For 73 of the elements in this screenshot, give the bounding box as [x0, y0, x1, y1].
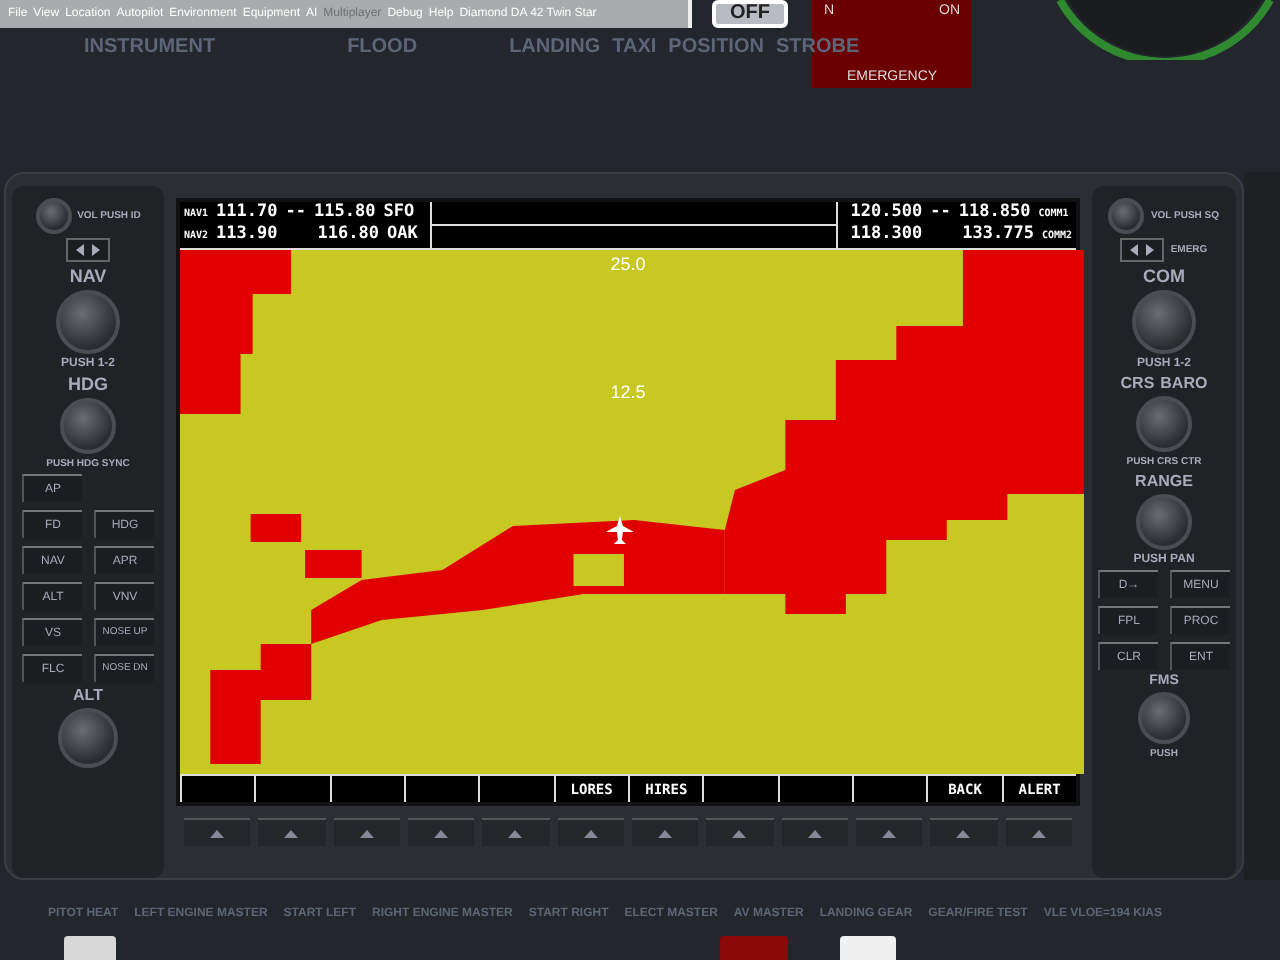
softkey[interactable] [777, 774, 852, 802]
softkey-button[interactable] [631, 818, 699, 846]
knob-label: BARO [1160, 374, 1208, 392]
softkey[interactable] [180, 774, 255, 802]
knob-label: HDG [68, 374, 108, 394]
nav-knob[interactable] [56, 290, 120, 354]
softkey-button[interactable] [407, 818, 475, 846]
knob-label: COM [1143, 266, 1185, 286]
up-triangle-icon [658, 829, 673, 837]
softkey[interactable] [254, 774, 330, 802]
up-triangle-icon [359, 829, 374, 837]
softkey-button[interactable] [781, 818, 848, 846]
softkey[interactable] [478, 774, 554, 802]
softkey[interactable] [702, 774, 778, 802]
up-triangle-icon [434, 829, 449, 837]
softkey[interactable] [403, 774, 479, 802]
com-active-frequency: 120.500 [850, 202, 923, 224]
softkey-button[interactable] [557, 818, 624, 846]
toggle-switch[interactable]: OFF [712, 0, 788, 28]
toggle-switch[interactable] [840, 936, 896, 960]
nav-active-frequency: 113.90 [216, 224, 278, 246]
fms-knob[interactable] [1138, 692, 1190, 744]
nav-standby-frequency: 116.80 [317, 224, 379, 246]
panel-label: LANDING [509, 36, 601, 58]
range-ring-label: 25.0 [610, 254, 646, 274]
com-knob[interactable] [1132, 290, 1196, 354]
softkey[interactable] [851, 774, 927, 802]
course-knob[interactable] [1136, 396, 1192, 452]
toggle-switch[interactable] [720, 936, 788, 960]
panel-label: FLOOD [347, 36, 418, 58]
knob-label: ALT [73, 686, 103, 704]
swap-button[interactable] [1120, 238, 1165, 262]
softkey-button[interactable] [930, 818, 998, 846]
up-triangle-icon [882, 829, 897, 837]
softkey[interactable] [329, 774, 404, 802]
panel-label: TAXI [612, 36, 657, 58]
com-active-frequency: 118.300 [850, 224, 923, 246]
softkey-button[interactable] [706, 818, 774, 846]
knob-label: RANGE [1135, 472, 1193, 490]
softkey-button[interactable] [1005, 818, 1072, 846]
nav-ident: SFO [383, 202, 415, 224]
nav-active-frequency: 111.70 [216, 202, 278, 224]
up-triangle-icon [807, 829, 822, 837]
heading-knob[interactable] [60, 398, 116, 454]
range-ring-label: 12.5 [610, 382, 646, 402]
up-triangle-icon [956, 829, 971, 837]
altitude-knob[interactable] [58, 708, 118, 768]
swap-marker: -- [285, 202, 307, 224]
knob-label: CRS [1120, 374, 1155, 392]
nav-standby-frequency: 115.80 [314, 202, 376, 224]
com-standby-frequency: 133.775 [962, 224, 1034, 246]
panel-label: INSTRUMENT [84, 36, 216, 58]
panel-label: POSITION [668, 36, 764, 58]
swap-marker: -- [930, 202, 951, 224]
softkey-button[interactable] [258, 818, 326, 846]
nav-ident: OAK [386, 224, 418, 246]
softkey-button[interactable] [855, 818, 923, 846]
up-triangle-icon [583, 829, 598, 837]
up-triangle-icon [284, 829, 299, 837]
up-triangle-icon [1031, 829, 1046, 837]
softkey-button[interactable] [184, 818, 251, 846]
toggle-switch[interactable] [64, 936, 116, 960]
range-knob[interactable] [1136, 494, 1192, 550]
com-standby-frequency: 118.850 [958, 202, 1031, 224]
swap-arrows-icon [1130, 244, 1155, 256]
up-triangle-icon [508, 829, 523, 837]
up-triangle-icon [732, 829, 747, 837]
knob-label: NAV [69, 266, 107, 286]
swap-arrows-icon [76, 244, 100, 256]
up-triangle-icon [210, 829, 225, 837]
softkey-button[interactable] [333, 818, 400, 846]
swap-button[interactable] [66, 238, 110, 262]
softkey-button[interactable] [482, 818, 550, 846]
